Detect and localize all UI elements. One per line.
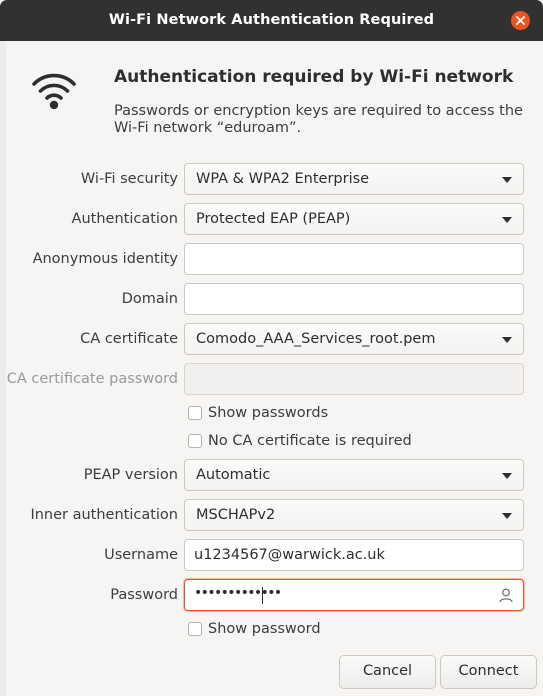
no-ca-required-label[interactable]: No CA certificate is required <box>208 433 412 449</box>
ca-certificate-value: Comodo_AAA_Services_root.pem <box>196 331 436 347</box>
close-icon <box>516 16 525 25</box>
password-value: ••••••••••••• <box>194 585 282 601</box>
password-input[interactable]: ••••••••••••• <box>184 579 524 611</box>
username-value: u1234567@warwick.ac.uk <box>194 547 385 563</box>
text-caret <box>262 587 263 604</box>
dialog-heading: Authentication required by Wi-Fi network <box>114 67 514 87</box>
inner-authentication-value: MSCHAPv2 <box>196 507 276 523</box>
ca-certificate-label: CA certificate <box>80 331 178 347</box>
cancel-button[interactable]: Cancel <box>339 655 436 689</box>
dialog-description: Passwords or encryption keys are require… <box>114 103 523 136</box>
connect-button[interactable]: Connect <box>440 655 537 689</box>
window-title: Wi-Fi Network Authentication Required <box>108 12 435 28</box>
domain-input[interactable] <box>184 283 524 315</box>
authentication-dropdown[interactable]: Protected EAP (PEAP) <box>184 203 524 235</box>
window-edge <box>0 41 6 696</box>
chevron-down-icon <box>502 513 512 519</box>
inner-authentication-label: Inner authentication <box>30 507 178 523</box>
show-passwords-checkbox[interactable] <box>188 406 202 420</box>
anonymous-identity-input[interactable] <box>184 243 524 275</box>
domain-label: Domain <box>121 291 178 307</box>
authentication-value: Protected EAP (PEAP) <box>196 211 351 227</box>
chevron-down-icon <box>502 177 512 183</box>
title-bar: Wi-Fi Network Authentication Required <box>0 0 543 41</box>
show-password-label[interactable]: Show password <box>208 621 321 637</box>
authentication-label: Authentication <box>71 211 178 227</box>
wifi-security-value: WPA & WPA2 Enterprise <box>196 171 370 187</box>
show-password-checkbox[interactable] <box>188 622 202 636</box>
person-icon[interactable] <box>498 587 514 603</box>
show-passwords-label[interactable]: Show passwords <box>208 405 328 421</box>
inner-authentication-dropdown[interactable]: MSCHAPv2 <box>184 499 524 531</box>
chevron-down-icon <box>502 217 512 223</box>
wifi-security-label: Wi-Fi security <box>80 171 178 187</box>
chevron-down-icon <box>502 473 512 479</box>
no-ca-required-checkbox[interactable] <box>188 434 202 448</box>
peap-version-value: Automatic <box>196 467 271 483</box>
anonymous-identity-label: Anonymous identity <box>32 251 178 267</box>
password-label: Password <box>110 587 178 603</box>
username-input[interactable]: u1234567@warwick.ac.uk <box>184 539 524 571</box>
wifi-security-dropdown[interactable]: WPA & WPA2 Enterprise <box>184 163 524 195</box>
wifi-icon <box>32 73 76 110</box>
peap-version-label: PEAP version <box>83 467 178 483</box>
chevron-down-icon <box>502 337 512 343</box>
close-button[interactable] <box>511 11 530 30</box>
ca-certificate-password-label: CA certificate password <box>6 371 178 387</box>
peap-version-dropdown[interactable]: Automatic <box>184 459 524 491</box>
ca-certificate-password-input <box>184 363 524 395</box>
ca-certificate-dropdown[interactable]: Comodo_AAA_Services_root.pem <box>184 323 524 355</box>
username-label: Username <box>104 547 178 563</box>
